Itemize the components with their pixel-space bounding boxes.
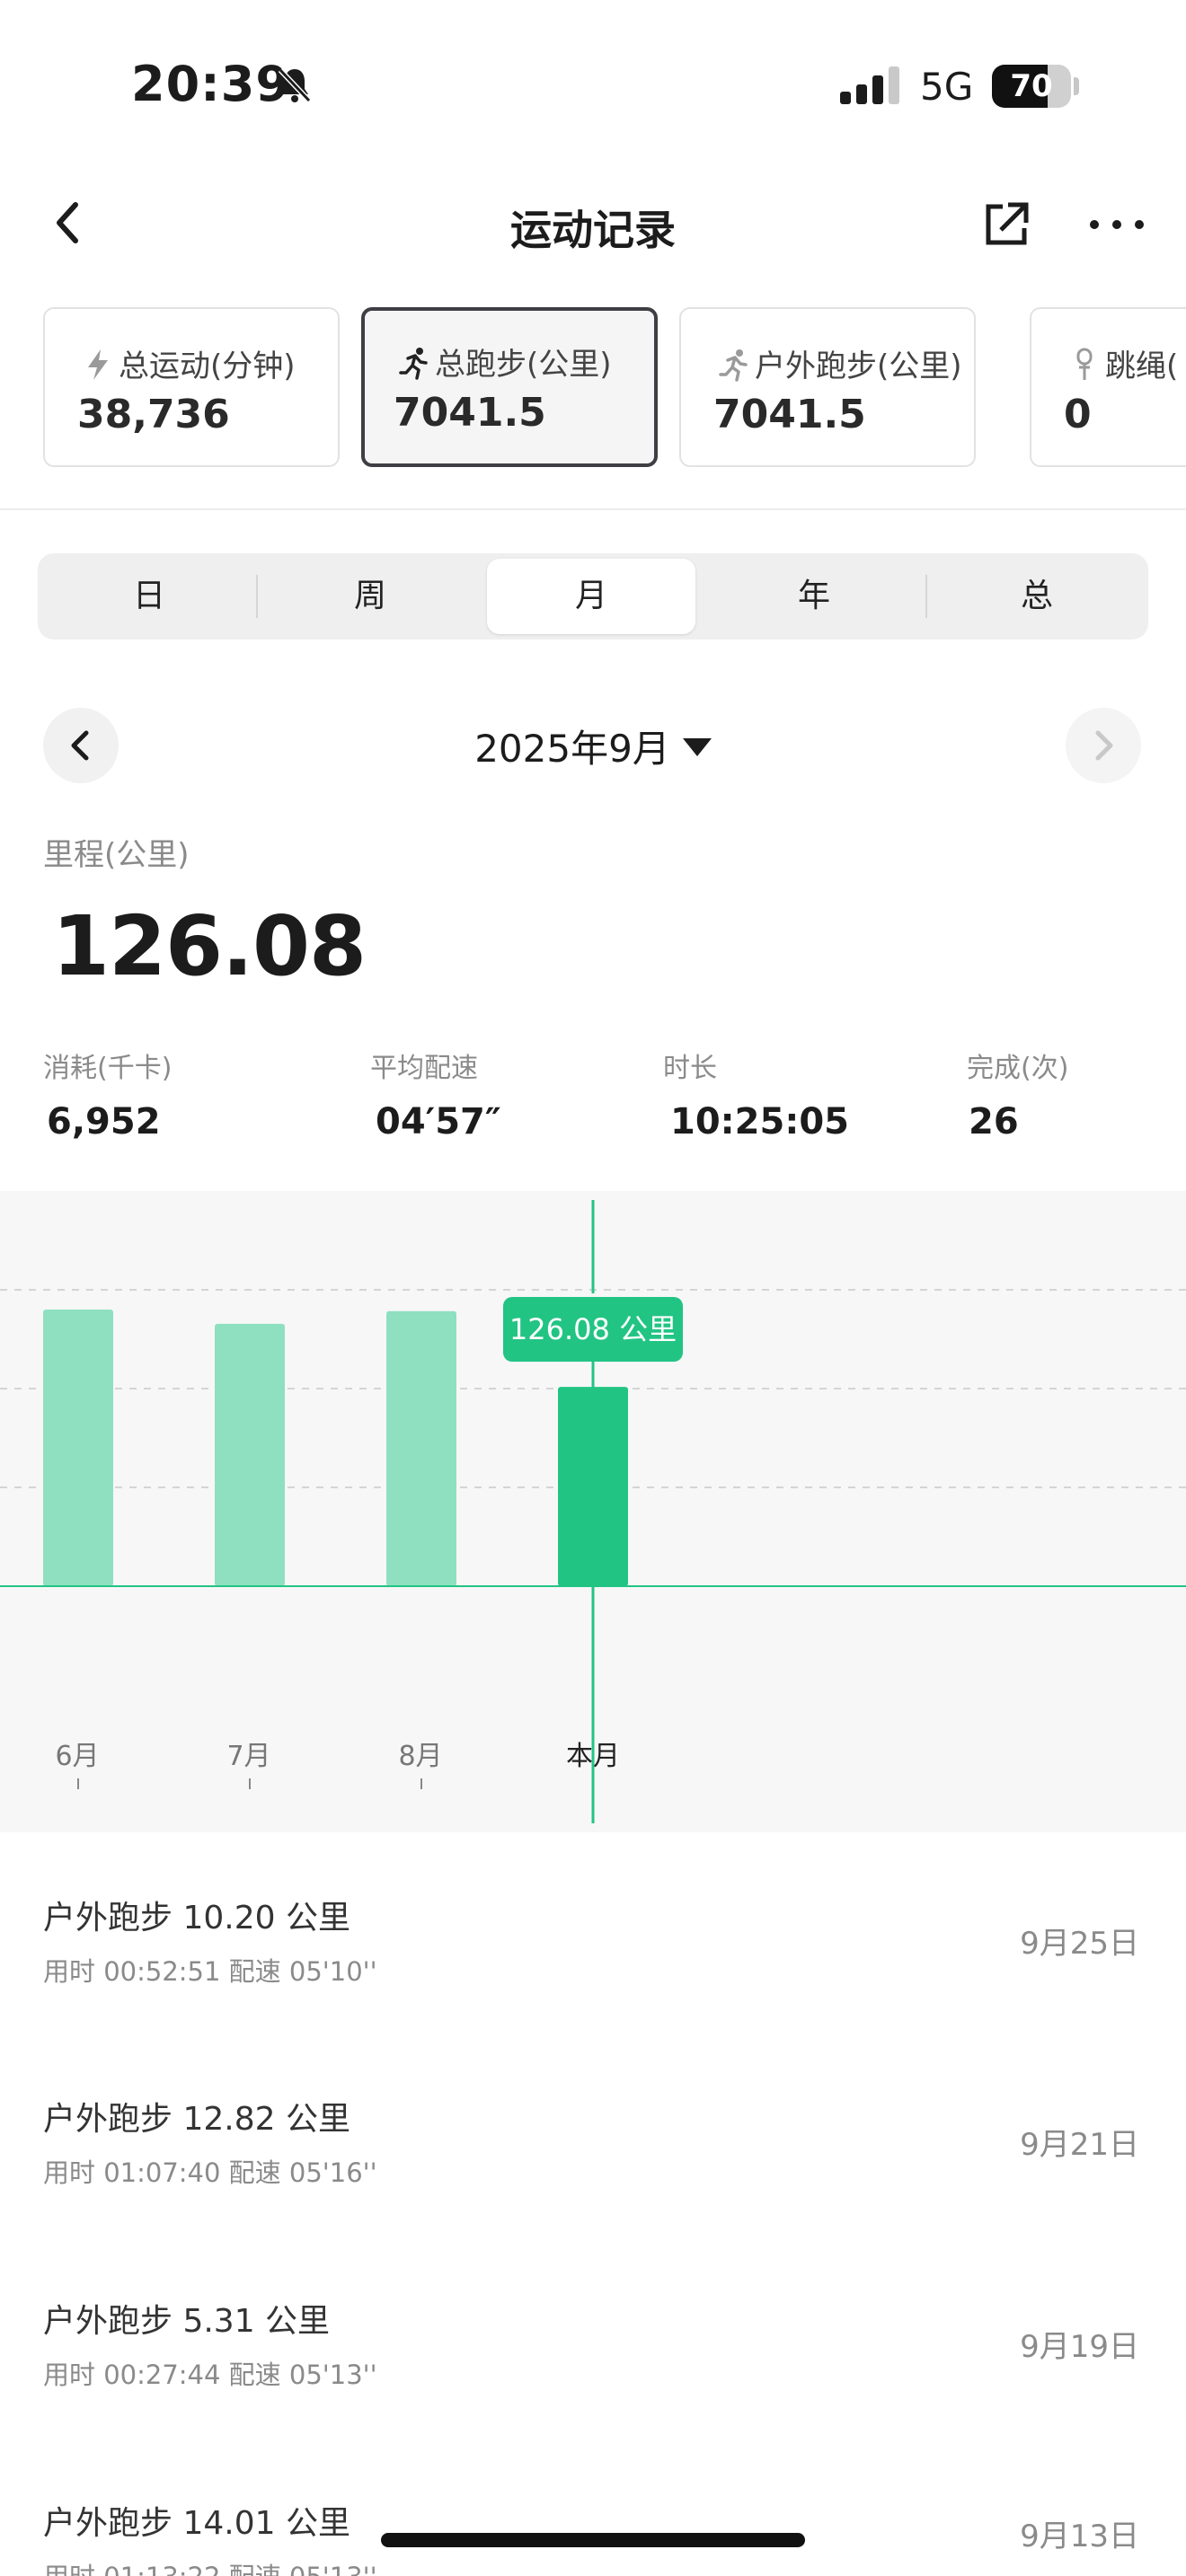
- distance-value: 126.08: [52, 898, 367, 994]
- bar: [43, 1310, 113, 1586]
- card-value: 7041.5: [394, 390, 546, 436]
- x-tick-label-current: 本月: [566, 1741, 620, 1772]
- running-icon: [399, 348, 428, 380]
- stat-pace-value: 04′57″: [376, 1101, 501, 1142]
- distance-label: 里程(公里): [43, 837, 190, 873]
- period-selector[interactable]: 2025年9月: [0, 719, 1186, 773]
- chart-tooltip: 126.08 公里: [503, 1297, 683, 1362]
- metric-cards: 总运动(分钟) 38,736 总跑步(公里) 7041.5 户外跑步(公里) 7…: [43, 307, 1186, 469]
- segment-day[interactable]: 日: [45, 559, 253, 634]
- card-jump-rope[interactable]: 跳绳( 0: [1030, 307, 1186, 467]
- segment-separator: [256, 575, 258, 618]
- record-subtitle: 用时 01:13:22 配速 05'13'': [43, 2556, 377, 2576]
- bar: [215, 1323, 285, 1586]
- list-item[interactable]: 户外跑步 12.82 公里 用时 01:07:40 配速 05'16'' 9月2…: [0, 2093, 1186, 2272]
- jump-rope-icon: [1076, 348, 1093, 380]
- chevron-right-icon: [1095, 730, 1113, 761]
- card-total-running[interactable]: 总跑步(公里) 7041.5: [361, 307, 658, 467]
- card-outdoor-running[interactable]: 户外跑步(公里) 7041.5: [679, 307, 976, 467]
- home-indicator: [381, 2533, 805, 2547]
- record-date: 9月25日: [1020, 1926, 1139, 1962]
- share-icon[interactable]: [979, 198, 1033, 251]
- segment-week[interactable]: 周: [266, 559, 474, 634]
- distance-chart[interactable]: 126.08 公里 6月 7月 8月 本月: [0, 1191, 1186, 1832]
- outdoor-run-icon: [719, 349, 748, 382]
- x-tick-label: 8月: [398, 1741, 443, 1772]
- list-item[interactable]: 户外跑步 5.31 公里 用时 00:27:44 配速 05'13'' 9月19…: [0, 2295, 1186, 2475]
- record-title: 户外跑步 10.20 公里: [43, 1900, 350, 1936]
- battery-level: 70: [1010, 68, 1053, 104]
- record-date: 9月13日: [1020, 2519, 1139, 2554]
- x-tick-label: 6月: [55, 1741, 100, 1772]
- status-bar: 20:39 5G 70: [0, 0, 1186, 171]
- record-date: 9月19日: [1020, 2329, 1139, 2365]
- section-divider: [0, 508, 1186, 510]
- period-segmented-control: 日 周 月 年 总: [38, 553, 1148, 640]
- network-type: 5G: [920, 65, 974, 109]
- record-subtitle: 用时 00:52:51 配速 05'10'': [43, 1956, 377, 1987]
- battery-tip: [1074, 77, 1079, 95]
- record-subtitle: 用时 00:27:44 配速 05'13'': [43, 2360, 377, 2390]
- stat-calories-value: 6,952: [47, 1101, 161, 1142]
- list-item[interactable]: 户外跑步 10.20 公里 用时 00:52:51 配速 05'10'' 9月2…: [0, 1892, 1186, 2071]
- bell-muted-icon: [278, 67, 312, 103]
- signal-icon: [840, 66, 899, 104]
- more-icon[interactable]: [1085, 198, 1148, 251]
- stat-duration-label: 时长: [663, 1053, 717, 1084]
- stat-completed-value: 26: [969, 1101, 1019, 1142]
- record-date: 9月21日: [1020, 2127, 1139, 2163]
- stat-calories-label: 消耗(千卡): [43, 1053, 173, 1084]
- card-total-exercise[interactable]: 总运动(分钟) 38,736: [43, 307, 340, 467]
- card-value: 0: [1064, 392, 1092, 437]
- record-title: 户外跑步 5.31 公里: [43, 2303, 331, 2340]
- caret-down-icon: [682, 738, 712, 756]
- card-value: 7041.5: [713, 392, 866, 437]
- segment-year[interactable]: 年: [710, 559, 918, 634]
- segment-total[interactable]: 总: [933, 559, 1141, 634]
- segment-month[interactable]: 月: [487, 559, 695, 634]
- bar: [386, 1310, 456, 1586]
- status-time: 20:39: [131, 56, 290, 112]
- stat-pace-label: 平均配速: [370, 1053, 478, 1084]
- card-label: 户外跑步(公里): [755, 348, 962, 384]
- stat-duration-value: 10:25:05: [670, 1101, 849, 1142]
- next-period-button[interactable]: [1066, 708, 1141, 783]
- period-label: 2025年9月: [474, 727, 670, 771]
- nav-bar: 运动记录: [0, 171, 1186, 278]
- stat-completed-label: 完成(次): [967, 1053, 1069, 1084]
- x-tick-label: 7月: [226, 1741, 271, 1772]
- card-label: 跳绳(: [1105, 348, 1179, 384]
- record-title: 户外跑步 12.82 公里: [43, 2101, 350, 2138]
- record-subtitle: 用时 01:07:40 配速 05'16'': [43, 2157, 377, 2188]
- segment-separator: [925, 575, 927, 618]
- lightning-icon: [88, 349, 108, 380]
- card-label: 总运动(分钟): [119, 348, 296, 384]
- record-title: 户外跑步 14.01 公里: [43, 2505, 350, 2542]
- card-value: 38,736: [77, 392, 230, 437]
- card-label: 总跑步(公里): [435, 347, 612, 383]
- battery-icon: 70: [992, 65, 1071, 108]
